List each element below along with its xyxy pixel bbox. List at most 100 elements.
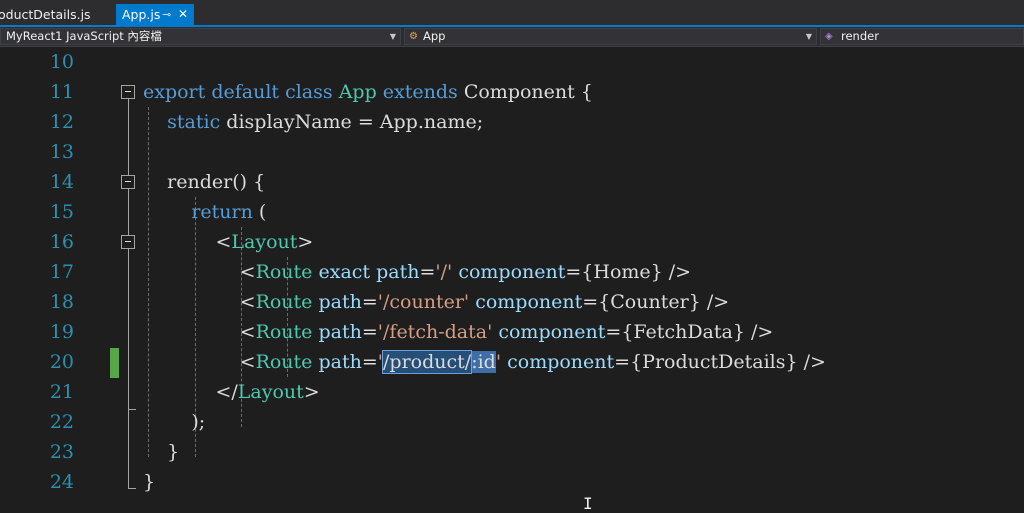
code-token: extends xyxy=(382,81,458,103)
method-icon: ◈ xyxy=(825,31,833,42)
tab-label: App.js xyxy=(122,7,161,22)
code-token: component xyxy=(507,351,615,373)
code-line[interactable]: <Route path='/product/:id' component={Pr… xyxy=(143,347,826,377)
line-number: 17 xyxy=(49,261,74,283)
code-line[interactable]: <Layout> xyxy=(143,227,313,257)
code-line[interactable]: static displayName = App.name; xyxy=(143,107,483,137)
document-tab-strip: oductDetails.js App.js ⊸ ✕ xyxy=(0,0,1024,27)
code-token: = xyxy=(419,261,436,283)
collapse-render-icon[interactable] xyxy=(121,175,135,189)
code-token: component xyxy=(458,261,566,283)
code-token: Route xyxy=(255,321,313,343)
code-token: = xyxy=(361,291,378,313)
line-number: 16 xyxy=(49,231,74,253)
line-number: 13 xyxy=(49,141,74,163)
member-scope-dropdown[interactable]: ◈ render xyxy=(820,28,1024,45)
code-line[interactable]: render() { xyxy=(143,167,265,197)
member-scope-value: render xyxy=(841,29,879,43)
class-scope-dropdown[interactable]: ⚙ App ▼ xyxy=(404,28,817,45)
code-token: < xyxy=(143,291,256,313)
code-token: path xyxy=(318,351,362,373)
selection-margin[interactable] xyxy=(0,47,18,507)
code-token: < xyxy=(143,231,232,253)
class-scope-value: App xyxy=(423,29,446,43)
fold-end-marker xyxy=(128,409,136,410)
code-line[interactable]: } xyxy=(143,437,179,467)
code-token: return xyxy=(191,201,253,223)
code-token: = xyxy=(361,351,378,373)
tab-app-js[interactable]: App.js ⊸ ✕ xyxy=(116,4,194,25)
code-token: ); xyxy=(143,411,206,433)
code-line[interactable]: return ( xyxy=(143,197,266,227)
code-editor[interactable]: 10 11 12 13 14 15 16 17 18 19 20 21 22 23 24 export de… xyxy=(0,47,1024,513)
line-number: 12 xyxy=(49,111,74,133)
code-token: > xyxy=(297,231,314,253)
code-token: ={ProductDetails} /> xyxy=(614,351,826,373)
code-line[interactable]: ); xyxy=(143,407,205,437)
code-token: < xyxy=(143,351,256,373)
pin-icon[interactable]: ⊸ xyxy=(162,4,171,25)
close-icon[interactable]: ✕ xyxy=(178,4,188,25)
code-token: </ xyxy=(143,381,238,403)
code-token: Route xyxy=(255,261,313,283)
code-token: ={Home} /> xyxy=(565,261,692,283)
line-number: 24 xyxy=(49,471,74,493)
code-line[interactable]: <Route exact path='/' component={Home} /… xyxy=(143,257,691,287)
line-number: 14 xyxy=(49,171,74,193)
code-token: default xyxy=(211,81,280,103)
line-number: 11 xyxy=(49,81,74,103)
line-number: 22 xyxy=(49,411,74,433)
code-token: Layout xyxy=(231,231,298,253)
code-line[interactable]: export default class App extends Compone… xyxy=(143,77,593,107)
code-token: '/' xyxy=(435,261,453,283)
navigation-bar: MyReact1 JavaScript 內容檔 ▼ ⚙ App ▼ ◈ rend… xyxy=(0,27,1024,47)
code-token: component xyxy=(498,321,606,343)
project-dropdown-value: MyReact1 JavaScript 內容檔 xyxy=(6,29,162,43)
line-number: 23 xyxy=(49,441,74,463)
fold-end-marker xyxy=(128,488,136,489)
code-line[interactable]: <Route path='/counter' component={Counte… xyxy=(143,287,730,317)
code-token: Component { xyxy=(457,81,593,103)
code-token: path xyxy=(318,291,362,313)
code-line[interactable]: <Route path='/fetch-data' component={Fet… xyxy=(143,317,774,347)
code-token: '/counter' xyxy=(377,291,470,313)
class-icon: ⚙ xyxy=(409,31,418,42)
code-token: App xyxy=(338,81,377,103)
code-token: displayName = App.name; xyxy=(220,111,484,133)
code-token: Route xyxy=(255,291,313,313)
fold-guide-line xyxy=(128,99,129,488)
project-dropdown[interactable]: MyReact1 JavaScript 內容檔 ▼ xyxy=(0,28,401,45)
code-token: '/fetch-data' xyxy=(377,321,493,343)
collapse-class-icon[interactable] xyxy=(121,85,135,99)
code-token: > xyxy=(303,381,320,403)
change-tracking-bar xyxy=(110,348,119,378)
tab-productdetails-js[interactable]: oductDetails.js xyxy=(0,4,112,25)
collapse-layout-icon[interactable] xyxy=(121,235,135,249)
code-token: < xyxy=(143,321,256,343)
code-token: render() { xyxy=(143,171,266,193)
code-token: path xyxy=(376,261,420,283)
code-token: export xyxy=(143,81,206,103)
code-token: } xyxy=(143,471,156,493)
code-token: ={FetchData} /> xyxy=(605,321,774,343)
code-token: < xyxy=(143,261,256,283)
code-token: class xyxy=(285,81,333,103)
code-token: ( xyxy=(252,201,267,223)
code-token: Route xyxy=(255,351,313,373)
code-token: exact xyxy=(318,261,371,283)
code-token: static xyxy=(167,111,221,133)
code-token: component xyxy=(475,291,583,313)
line-number: 21 xyxy=(49,381,74,403)
line-number: 10 xyxy=(49,51,74,73)
chevron-down-icon: ▼ xyxy=(805,32,812,41)
ibeam-cursor-icon: I xyxy=(583,494,593,513)
chevron-down-icon: ▼ xyxy=(389,32,396,41)
code-token: ={Counter} /> xyxy=(582,291,730,313)
line-number: 19 xyxy=(49,321,74,343)
tab-label: oductDetails.js xyxy=(0,7,91,22)
line-number: 18 xyxy=(49,291,74,313)
code-token: path xyxy=(318,321,362,343)
code-line[interactable]: } xyxy=(143,467,155,497)
code-line[interactable]: </Layout> xyxy=(143,377,320,407)
